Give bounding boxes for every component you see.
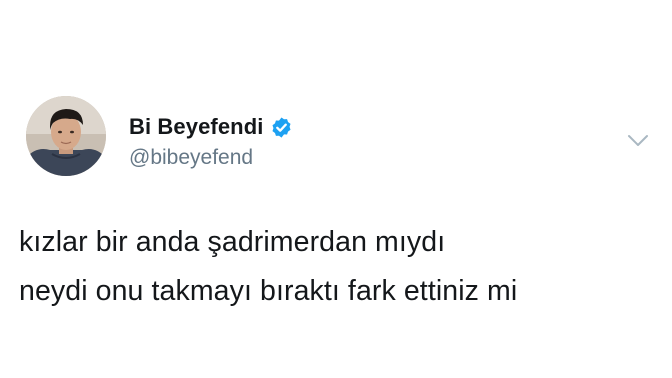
avatar[interactable] <box>26 96 106 176</box>
tweet-text-line: kızlar bir anda şadrimerdan mıydı <box>19 226 446 258</box>
tweet-text-line: neydi onu takmayı bıraktı fark ettiniz m… <box>19 275 518 307</box>
author-name-row[interactable]: Bi Beyefendi <box>129 111 293 143</box>
author-handle[interactable]: @bibeyefend <box>129 146 253 170</box>
verified-badge-icon <box>270 116 293 139</box>
avatar-image <box>26 96 106 176</box>
author-display-name[interactable]: Bi Beyefendi <box>129 114 263 140</box>
tweet-card: Bi Beyefendi @bibeyefend kızlar bir anda… <box>0 0 672 378</box>
chevron-down-icon[interactable] <box>627 133 649 149</box>
tweet-text: kızlar bir anda şadrimerdan mıydı neydi … <box>19 218 664 316</box>
